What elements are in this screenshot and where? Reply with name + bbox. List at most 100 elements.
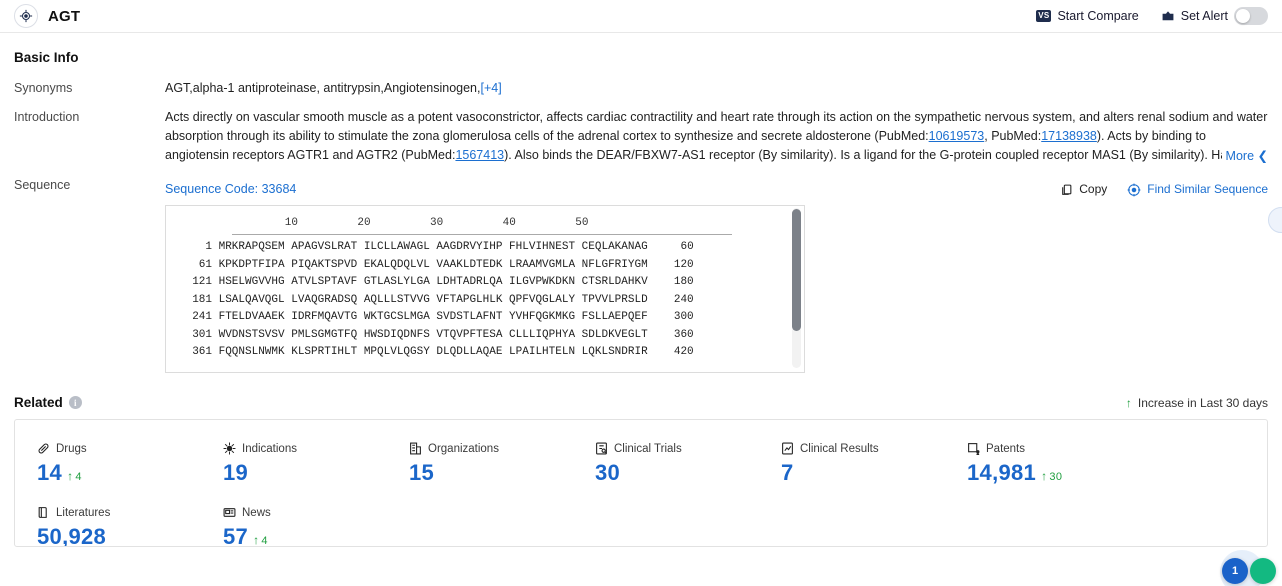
sequence-value: Sequence Code: 33684 Copy Find Similar S…: [165, 166, 1268, 373]
news-icon: [223, 506, 236, 519]
card-label: Organizations: [428, 442, 499, 455]
introduction-row: Introduction Acts directly on vascular s…: [14, 98, 1268, 166]
card-delta-value: 4: [261, 535, 268, 547]
card-delta: ↑ 4: [67, 469, 82, 483]
card-header: Clinical Trials: [595, 442, 759, 455]
card-delta-value: 4: [75, 471, 82, 483]
alert-toggle[interactable]: [1234, 7, 1268, 25]
card-delta: ↑ 4: [253, 533, 268, 547]
card-label: Clinical Results: [800, 442, 879, 455]
sequence-end-index: 420: [673, 346, 694, 358]
pubmed-link-1[interactable]: 10619573: [929, 129, 985, 143]
chat-badge-count: 1: [1231, 565, 1239, 577]
related-cards: Drugs 14 ↑ 4 Indications 19 Organizations 15 Cli…: [14, 419, 1268, 547]
edge-floating-bubble[interactable]: [1268, 207, 1282, 233]
clinical-trial-icon: [595, 442, 608, 455]
card-value-wrap: 57 ↑ 4: [223, 524, 387, 547]
find-similar-icon: [1127, 183, 1141, 197]
building-icon: [409, 442, 422, 455]
sequence-code[interactable]: Sequence Code: 33684: [165, 180, 296, 199]
card-label: Clinical Trials: [614, 442, 682, 455]
sequence-end-index: 60: [680, 241, 694, 253]
card-header: Literatures: [37, 506, 201, 519]
info-icon[interactable]: i: [68, 396, 82, 409]
card-header: Patents: [967, 442, 1131, 455]
sequence-ruler: 10 20 30 40 50: [232, 217, 589, 229]
pubmed-link-2[interactable]: 17138938: [1041, 129, 1097, 143]
card-value: 30: [595, 460, 621, 485]
card-value: 50,928: [37, 524, 107, 547]
sequence-start-index: 181: [192, 293, 212, 306]
sequence-header: Sequence Code: 33684 Copy Find Similar S…: [165, 170, 1268, 199]
start-compare-label: Start Compare: [1057, 9, 1139, 23]
card-value: 7: [781, 460, 794, 485]
card-header: Drugs: [37, 442, 201, 455]
synonyms-label: Synonyms: [14, 81, 73, 95]
sequence-start-index: 241: [192, 311, 212, 323]
chat-badge-button[interactable]: 1: [1222, 558, 1248, 584]
related-card-clinical-trials[interactable]: Clinical Trials 30: [573, 442, 759, 486]
set-alert-control[interactable]: Set Alert: [1161, 7, 1268, 25]
card-header: Indications: [223, 442, 387, 455]
sequence-tools: Copy Find Similar Sequence: [1060, 180, 1268, 199]
sequence-residues: LSALQAVQGL LVAQGRADSQ AQLLLSTVVG VFTAPGL…: [212, 293, 648, 306]
synonyms-more-link[interactable]: [+4]: [480, 81, 501, 95]
card-label: Indications: [242, 442, 297, 455]
card-value-wrap: 15: [409, 460, 573, 486]
sequence-start-index: 1: [205, 241, 212, 253]
sequence-start-index: 61: [198, 258, 212, 271]
sequence-residues: WVDNSTSVSV PMLSGMGTFQ HWSDIQDNFS VTQVPFT…: [212, 328, 648, 341]
pubmed-link-3[interactable]: 1567413: [455, 148, 504, 162]
sequence-ruler-line: [232, 234, 732, 235]
sequence-residues: KPKDPTFIPA PIQAKTSPVD EKALQDQLVL VAAKLDT…: [212, 258, 648, 271]
sequence-scrollbar[interactable]: [792, 208, 801, 368]
card-value-wrap: 14,981 ↑ 30: [967, 460, 1131, 486]
chevron-down-icon: ❮: [1257, 149, 1268, 163]
sequence-line: 121 HSELWGVVHG ATVLSPTAVF GTLASLYLGA LDH…: [166, 274, 804, 292]
related-card-row: Drugs 14 ↑ 4 Indications 19 Organizations 15 Cli…: [15, 442, 1267, 486]
related-card-clinical-results[interactable]: Clinical Results 7: [759, 442, 945, 486]
sequence-row: Sequence Sequence Code: 33684 Copy Find …: [14, 166, 1268, 373]
copy-button[interactable]: Copy: [1060, 180, 1107, 199]
sequence-start-index: 361: [192, 346, 212, 358]
legend-label: Increase in Last 30 days: [1137, 395, 1268, 410]
sequence-line: 241 FTELDVAAEK IDRFMQAVTG WKTGCSLMGA SVD…: [166, 309, 804, 327]
alert-bell-icon: [1161, 10, 1175, 23]
vs-badge-icon: VS: [1036, 10, 1052, 22]
find-similar-sequence-button[interactable]: Find Similar Sequence: [1127, 180, 1268, 199]
support-button[interactable]: [1250, 558, 1276, 584]
sequence-start-index: 121: [192, 276, 212, 288]
card-value-wrap: 7: [781, 460, 945, 486]
synonyms-value: AGT,alpha-1 antiproteinase, antitrypsin,…: [165, 81, 481, 95]
sequence-viewer[interactable]: 10 20 30 40 50 1 MRKRAPQSEM APAGVSLRAT I…: [165, 205, 805, 373]
card-label: Literatures: [56, 506, 111, 519]
patent-icon: [967, 442, 980, 455]
related-card-literatures[interactable]: Literatures 50,928: [15, 506, 201, 547]
sequence-scroll-thumb[interactable]: [792, 209, 801, 331]
related-card-organizations[interactable]: Organizations 15: [387, 442, 573, 486]
sequence-lines: 1 MRKRAPQSEM APAGVSLRAT ILCLLAWAGL AAGDR…: [166, 239, 804, 362]
sequence-residues: FQQNSLNWMK KLSPRTIHLT MPQLVLQGSY DLQDLLA…: [212, 346, 648, 358]
related-card-patents[interactable]: Patents 14,981 ↑ 30: [945, 442, 1131, 486]
card-value: 14,981: [967, 460, 1037, 485]
related-card-indications[interactable]: Indications 19: [201, 442, 387, 486]
arrow-up-icon: ↑: [67, 469, 74, 483]
related-title: Related: [14, 395, 63, 410]
set-alert-label: Set Alert: [1180, 9, 1228, 23]
app-header: AGT VS Start Compare Set Alert: [0, 0, 1282, 33]
related-card-news[interactable]: News 57 ↑ 4: [201, 506, 387, 547]
start-compare-button[interactable]: VS Start Compare: [1036, 9, 1139, 23]
card-header: News: [223, 506, 387, 519]
increase-legend: ↑ Increase in Last 30 days: [1126, 396, 1268, 410]
more-button[interactable]: More ❮: [1221, 147, 1268, 166]
sequence-line: 181 LSALQAVQGL LVAQGRADSQ AQLLLSTVVG VFT…: [166, 292, 804, 310]
sequence-end-index: 120: [673, 258, 694, 271]
related-card-drugs[interactable]: Drugs 14 ↑ 4: [15, 442, 201, 486]
toggle-knob: [1236, 9, 1250, 23]
sequence-end-index: 360: [673, 328, 694, 341]
brand: AGT: [14, 4, 80, 28]
copy-label: Copy: [1079, 182, 1108, 196]
virus-icon: [223, 442, 236, 455]
sequence-line: 61 KPKDPTFIPA PIQAKTSPVD EKALQDQLVL VAAK…: [166, 257, 804, 275]
target-icon: [14, 4, 38, 28]
